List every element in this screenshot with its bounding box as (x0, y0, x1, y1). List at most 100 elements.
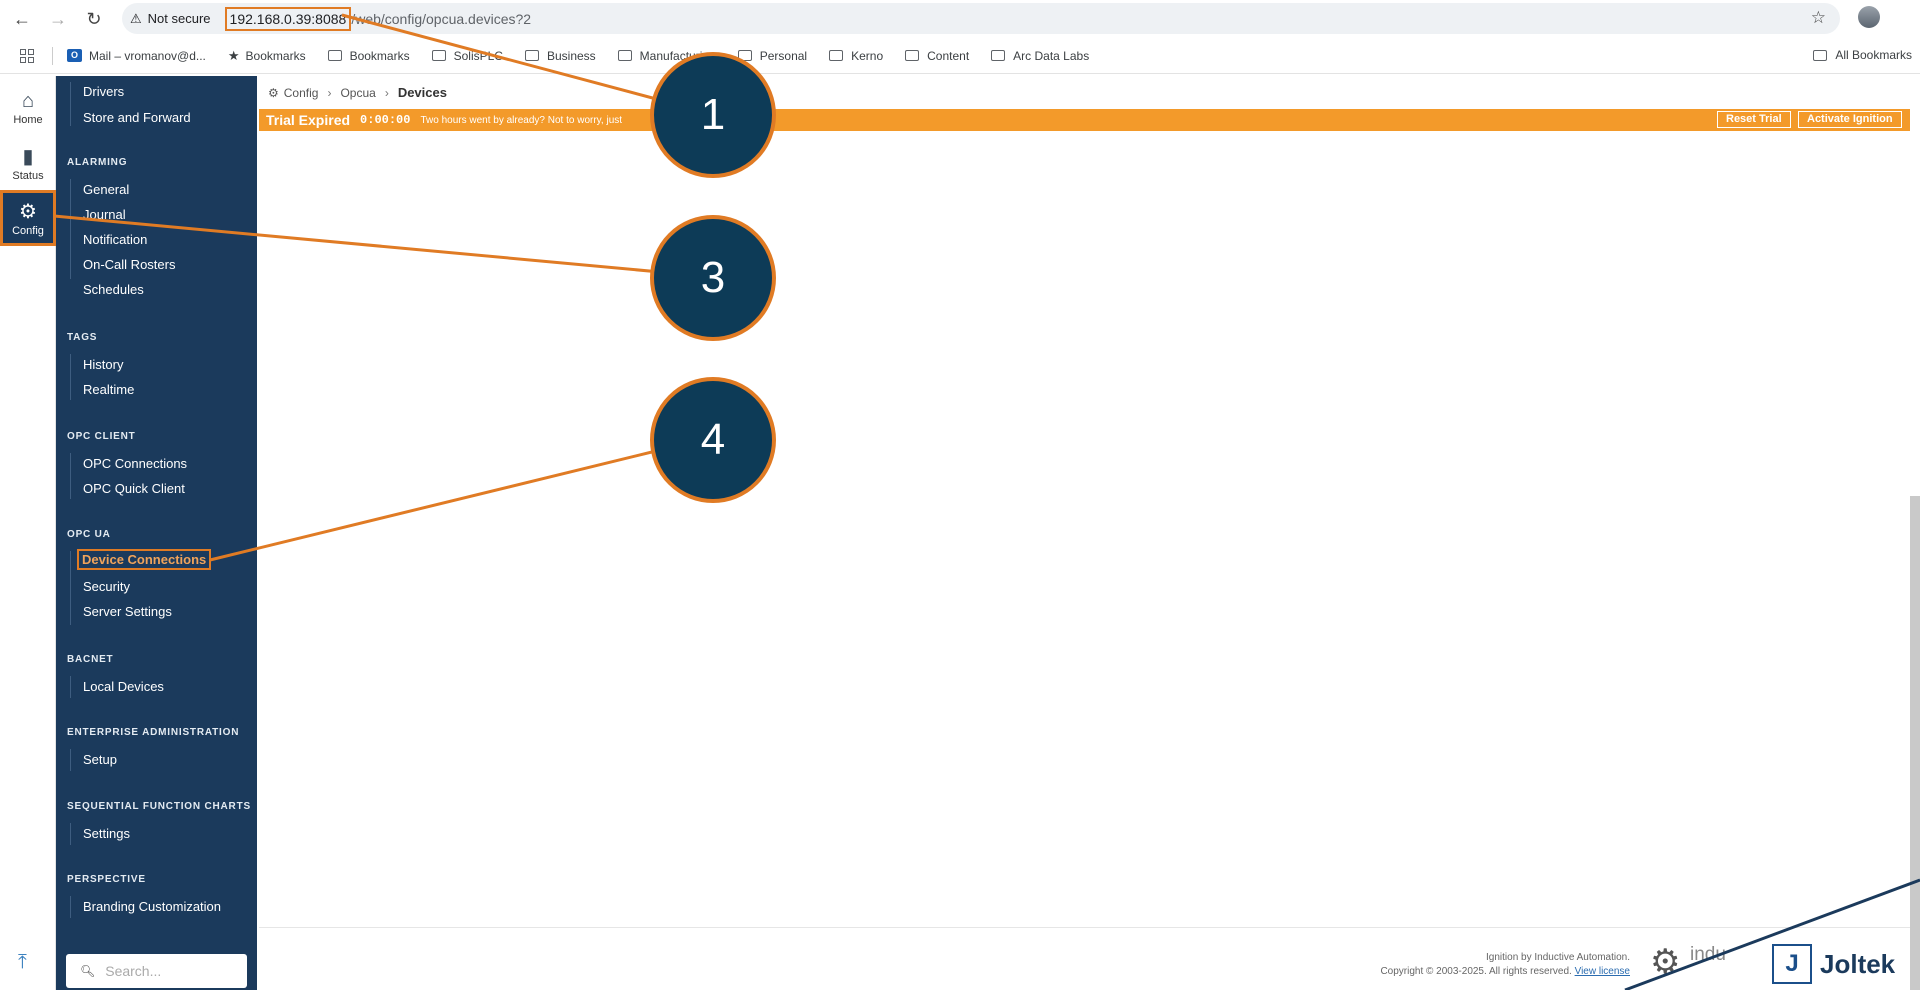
bookmark-folder-arc-data-labs[interactable]: Arc Data Labs (991, 49, 1089, 63)
bookmark-folder-bookmarks[interactable]: Bookmarks (327, 49, 410, 63)
inductive-automation-logo-icon: ⚙ (1650, 943, 1681, 981)
annotation-marker-1: 1 (650, 52, 776, 178)
sidebar-item-schedules[interactable]: Schedules (83, 282, 144, 297)
sidebar-item-realtime[interactable]: Realtime (83, 382, 134, 397)
folder-icon (905, 50, 920, 61)
chevron-right-icon: › (327, 85, 332, 100)
profile-avatar[interactable] (1858, 6, 1880, 28)
bookmark-label: Content (927, 48, 970, 63)
sidebar-item-local-devices[interactable]: Local Devices (83, 679, 164, 694)
security-indicator[interactable]: ⚠ Not secure (130, 11, 211, 27)
config-sidebar: Drivers Store and Forward ALARMING Gener… (56, 76, 257, 990)
page-scrollbar[interactable] (1910, 496, 1920, 990)
reset-trial-button[interactable]: Reset Trial (1717, 111, 1791, 128)
scroll-to-top-icon[interactable]: ⤒ (18, 951, 27, 974)
folder-icon (327, 50, 342, 61)
rail-config[interactable]: ⚙ Config (0, 190, 56, 246)
section-bacnet: BACNET (67, 654, 114, 665)
section-alarming: ALARMING (67, 157, 128, 168)
chevron-right-icon: › (384, 85, 389, 100)
sidebar-item-opc-connections[interactable]: OPC Connections (83, 456, 187, 471)
trial-timer: 0:00:00 (360, 113, 411, 127)
sidebar-item-notification[interactable]: Notification (83, 232, 147, 247)
sidebar-item-history[interactable]: History (83, 357, 123, 372)
sidebar-item-store-and-forward[interactable]: Store and Forward (83, 110, 191, 125)
sidebar-item-device-connections[interactable]: Device Connections (77, 549, 212, 570)
view-license-link[interactable]: View license (1575, 966, 1630, 977)
bookmark-label: Business (546, 48, 596, 63)
bookmark-label: Bookmarks (245, 48, 306, 63)
breadcrumb-config[interactable]: Config (284, 86, 319, 100)
annotation-marker-3: 3 (650, 215, 776, 341)
section-enterprise-administration: ENTERPRISE ADMINISTRATION (67, 727, 240, 738)
url-host: 192.168.0.39:8088 (224, 6, 352, 31)
folder-icon (991, 50, 1006, 61)
bookmark-label: Mail – vromanov@d... (89, 48, 206, 63)
rail-status[interactable]: ▮ Status (0, 138, 56, 194)
section-opc-ua: OPC UA (67, 529, 111, 540)
nav-rail: ⌂ Home ▮ Status ⚙ Config ⤒ (0, 76, 56, 990)
bookmarks-separator (52, 46, 53, 65)
folder-icon (524, 50, 539, 61)
folder-icon (829, 50, 844, 61)
warning-icon: ⚠ (130, 10, 142, 26)
bookmark-folder-kerno[interactable]: Kerno (829, 49, 883, 63)
url-text[interactable]: 192.168.0.39:8088 /web/config/opcua.devi… (224, 6, 532, 31)
joltek-logo-icon: J (1772, 944, 1812, 984)
bookmark-star-icon[interactable]: ☆ (1811, 8, 1826, 28)
star-icon: ★ (227, 47, 240, 63)
annotation-marker-4: 4 (650, 377, 776, 503)
folder-icon (617, 50, 632, 61)
sidebar-item-general[interactable]: General (83, 182, 129, 197)
trial-banner: Trial Expired 0:00:00 Two hours went by … (259, 109, 1910, 131)
gear-icon: ⚙ (19, 201, 37, 223)
bookmark-bookmarks-star[interactable]: ★ Bookmarks (228, 48, 306, 64)
section-sequential-function-charts: SEQUENTIAL FUNCTION CHARTS (67, 801, 251, 812)
breadcrumb: ⚙ Config › Opcua › Devices (268, 85, 447, 100)
inductive-automation-text: indu (1690, 944, 1726, 965)
sidebar-search[interactable]: 🔍︎ (66, 954, 247, 988)
folder-icon (431, 50, 446, 61)
url-path: /web/config/opcua.devices?2 (351, 10, 532, 27)
bar-chart-icon: ▮ (22, 146, 34, 168)
outlook-icon: O (67, 49, 82, 62)
bookmarks-bar: O Mail – vromanov@d... ★ Bookmarks Bookmar… (0, 38, 1920, 74)
reload-icon[interactable]: ↻ (76, 1, 112, 37)
rail-home[interactable]: ⌂ Home (0, 82, 56, 138)
sidebar-item-journal[interactable]: Journal (83, 207, 126, 222)
footer-copyright: Copyright © 2003-2025. All rights reserv… (1380, 966, 1630, 977)
sidebar-item-branding-customization[interactable]: Branding Customization (83, 899, 221, 914)
bookmark-folder-business[interactable]: Business (524, 48, 596, 63)
bookmark-folder-solisplc[interactable]: SolisPLC (431, 49, 503, 63)
section-opc-client: OPC CLIENT (67, 431, 136, 442)
bookmark-label: Kerno (851, 48, 884, 63)
security-label: Not secure (147, 11, 211, 26)
browser-toolbar: ← → ↻ ⚠ Not secure 192.168.0.39:8088 /we… (0, 0, 1920, 38)
joltek-logo: J Joltek (1772, 944, 1895, 984)
sidebar-item-drivers[interactable]: Drivers (83, 84, 124, 99)
all-bookmarks[interactable]: All Bookmarks (1813, 48, 1912, 62)
bookmark-label: Arc Data Labs (1013, 48, 1090, 63)
bookmark-label: Personal (759, 48, 808, 63)
search-input[interactable] (105, 963, 236, 979)
address-bar[interactable]: ⚠ Not secure 192.168.0.39:8088 /web/conf… (122, 3, 1840, 34)
section-perspective: PERSPECTIVE (67, 874, 146, 885)
footer-credit: Ignition by Inductive Automation. (1486, 952, 1630, 963)
breadcrumb-opcua[interactable]: Opcua (340, 86, 375, 100)
forward-arrow-icon[interactable]: → (40, 1, 76, 37)
bookmark-folder-content[interactable]: Content (905, 49, 969, 63)
sidebar-item-on-call-rosters[interactable]: On-Call Rosters (83, 257, 175, 272)
sidebar-item-settings[interactable]: Settings (83, 826, 130, 841)
sidebar-item-server-settings[interactable]: Server Settings (83, 604, 172, 619)
apps-grid-icon[interactable] (20, 48, 34, 63)
sidebar-item-opc-quick-client[interactable]: OPC Quick Client (83, 481, 185, 496)
back-arrow-icon[interactable]: ← (4, 1, 40, 37)
activate-ignition-button[interactable]: Activate Ignition (1798, 111, 1902, 128)
bookmark-folder-personal[interactable]: Personal (737, 48, 808, 63)
sidebar-item-setup[interactable]: Setup (83, 752, 117, 767)
home-icon: ⌂ (21, 90, 35, 112)
breadcrumb-current: Devices (397, 85, 447, 100)
sidebar-item-security[interactable]: Security (83, 579, 130, 594)
trial-message: Two hours went by already? Not to worry,… (420, 114, 623, 126)
bookmark-mail[interactable]: O Mail – vromanov@d... (67, 49, 206, 63)
